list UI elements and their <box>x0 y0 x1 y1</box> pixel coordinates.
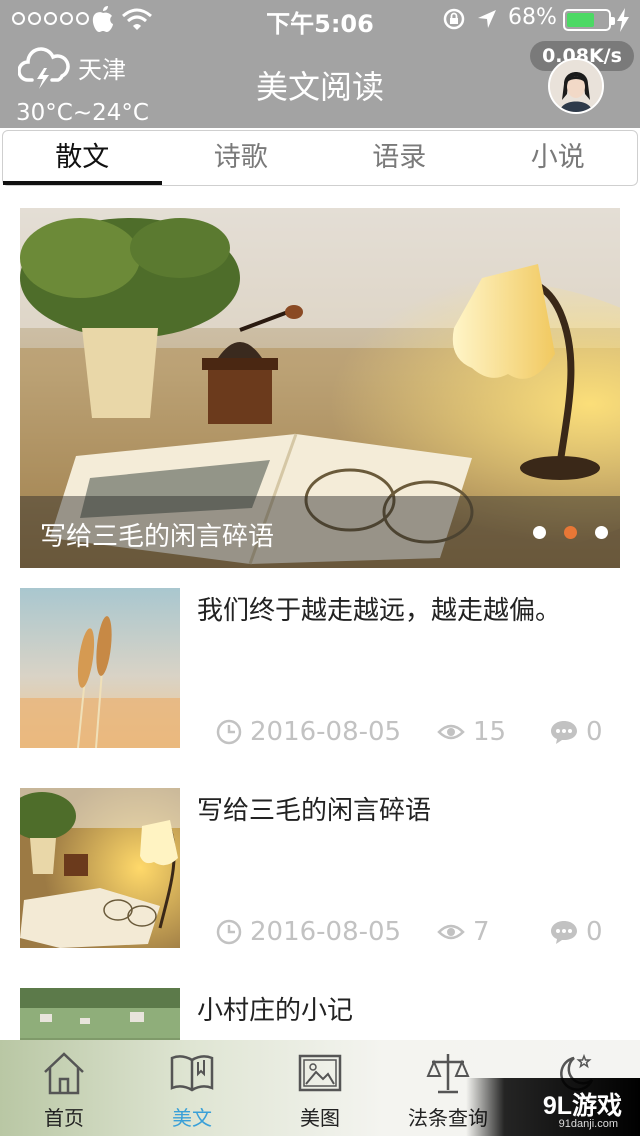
scale-icon <box>426 1054 470 1094</box>
avatar-portrait-icon <box>550 60 602 112</box>
tabbar-pictures[interactable]: 美图 <box>256 1040 384 1136</box>
carousel-dot-active[interactable] <box>564 526 577 539</box>
wheat-thumbnail-image <box>20 588 180 748</box>
home-icon <box>44 1052 84 1095</box>
banner-title: 写给三毛的闲言碎语 <box>40 522 275 552</box>
article-comments: 0 <box>550 916 603 948</box>
status-bar: 下午5:06 68% <box>0 0 640 40</box>
article-date-text: 2016-08-05 <box>250 717 402 747</box>
article-comments-count: 0 <box>586 717 603 747</box>
article-views: 7 <box>437 916 490 948</box>
clock-icon <box>216 919 242 945</box>
article-date: 2016-08-05 <box>216 916 401 948</box>
article-title: 我们终于越走越远，越走越偏。 <box>197 596 562 626</box>
eye-icon <box>437 924 465 940</box>
article-title: 写给三毛的闲言碎语 <box>197 796 432 826</box>
tab-prose[interactable]: 散文 <box>3 131 162 185</box>
category-tabs: 散文 诗歌 语录 小说 <box>2 130 638 186</box>
charging-bolt-icon <box>617 8 629 32</box>
eye-icon <box>437 724 465 740</box>
article-thumbnail <box>20 588 180 748</box>
article-date-text: 2016-08-05 <box>250 917 402 947</box>
tab-poetry[interactable]: 诗歌 <box>162 131 321 185</box>
tab-quotes[interactable]: 语录 <box>320 131 479 185</box>
app-header: 下午5:06 68% 天津 30°C~24°C 美文阅读 0.08K/s <box>0 0 640 128</box>
tabbar-label: 美文 <box>172 1106 212 1130</box>
site-watermark: 9L游戏 91danji.com <box>466 1078 640 1136</box>
featured-banner[interactable]: 写给三毛的闲言碎语 <box>20 208 620 568</box>
carousel-dot[interactable] <box>533 526 546 539</box>
carousel-dots <box>533 526 608 539</box>
user-avatar[interactable] <box>548 58 604 114</box>
watermark-site: 91danji.com <box>558 1118 618 1130</box>
article-date: 2016-08-05 <box>216 716 401 748</box>
article-comments-count: 0 <box>586 917 603 947</box>
battery-percent: 68% <box>508 5 557 30</box>
rotation-lock-icon <box>443 8 465 30</box>
carousel-dot[interactable] <box>595 526 608 539</box>
book-icon <box>170 1055 214 1092</box>
banner-caption: 写给三毛的闲言碎语 <box>20 496 620 568</box>
lamp-thumbnail-image <box>20 788 180 948</box>
article-thumbnail <box>20 788 180 948</box>
tab-novels[interactable]: 小说 <box>479 131 638 185</box>
comment-bubble-icon <box>551 921 577 944</box>
article-item[interactable]: 我们终于越走越远，越走越偏。 2016-08-05 15 0 <box>20 588 620 748</box>
article-title: 小村庄的小记 <box>197 996 354 1026</box>
article-views: 15 <box>437 716 506 748</box>
battery-icon <box>563 9 615 31</box>
article-views-count: 7 <box>473 917 490 947</box>
article-views-count: 15 <box>473 717 507 747</box>
tabbar-articles[interactable]: 美文 <box>128 1040 256 1136</box>
watermark-logo: 9L游戏 <box>542 1092 622 1120</box>
tabbar-home[interactable]: 首页 <box>0 1040 128 1136</box>
tabbar-label: 首页 <box>44 1106 84 1130</box>
article-comments: 0 <box>550 716 603 748</box>
tabbar-label: 美图 <box>300 1106 340 1130</box>
article-item[interactable]: 写给三毛的闲言碎语 2016-08-05 7 0 <box>20 788 620 948</box>
picture-icon <box>298 1054 342 1092</box>
clock-icon <box>216 719 242 745</box>
comment-bubble-icon <box>551 721 577 744</box>
location-arrow-icon <box>478 10 496 28</box>
